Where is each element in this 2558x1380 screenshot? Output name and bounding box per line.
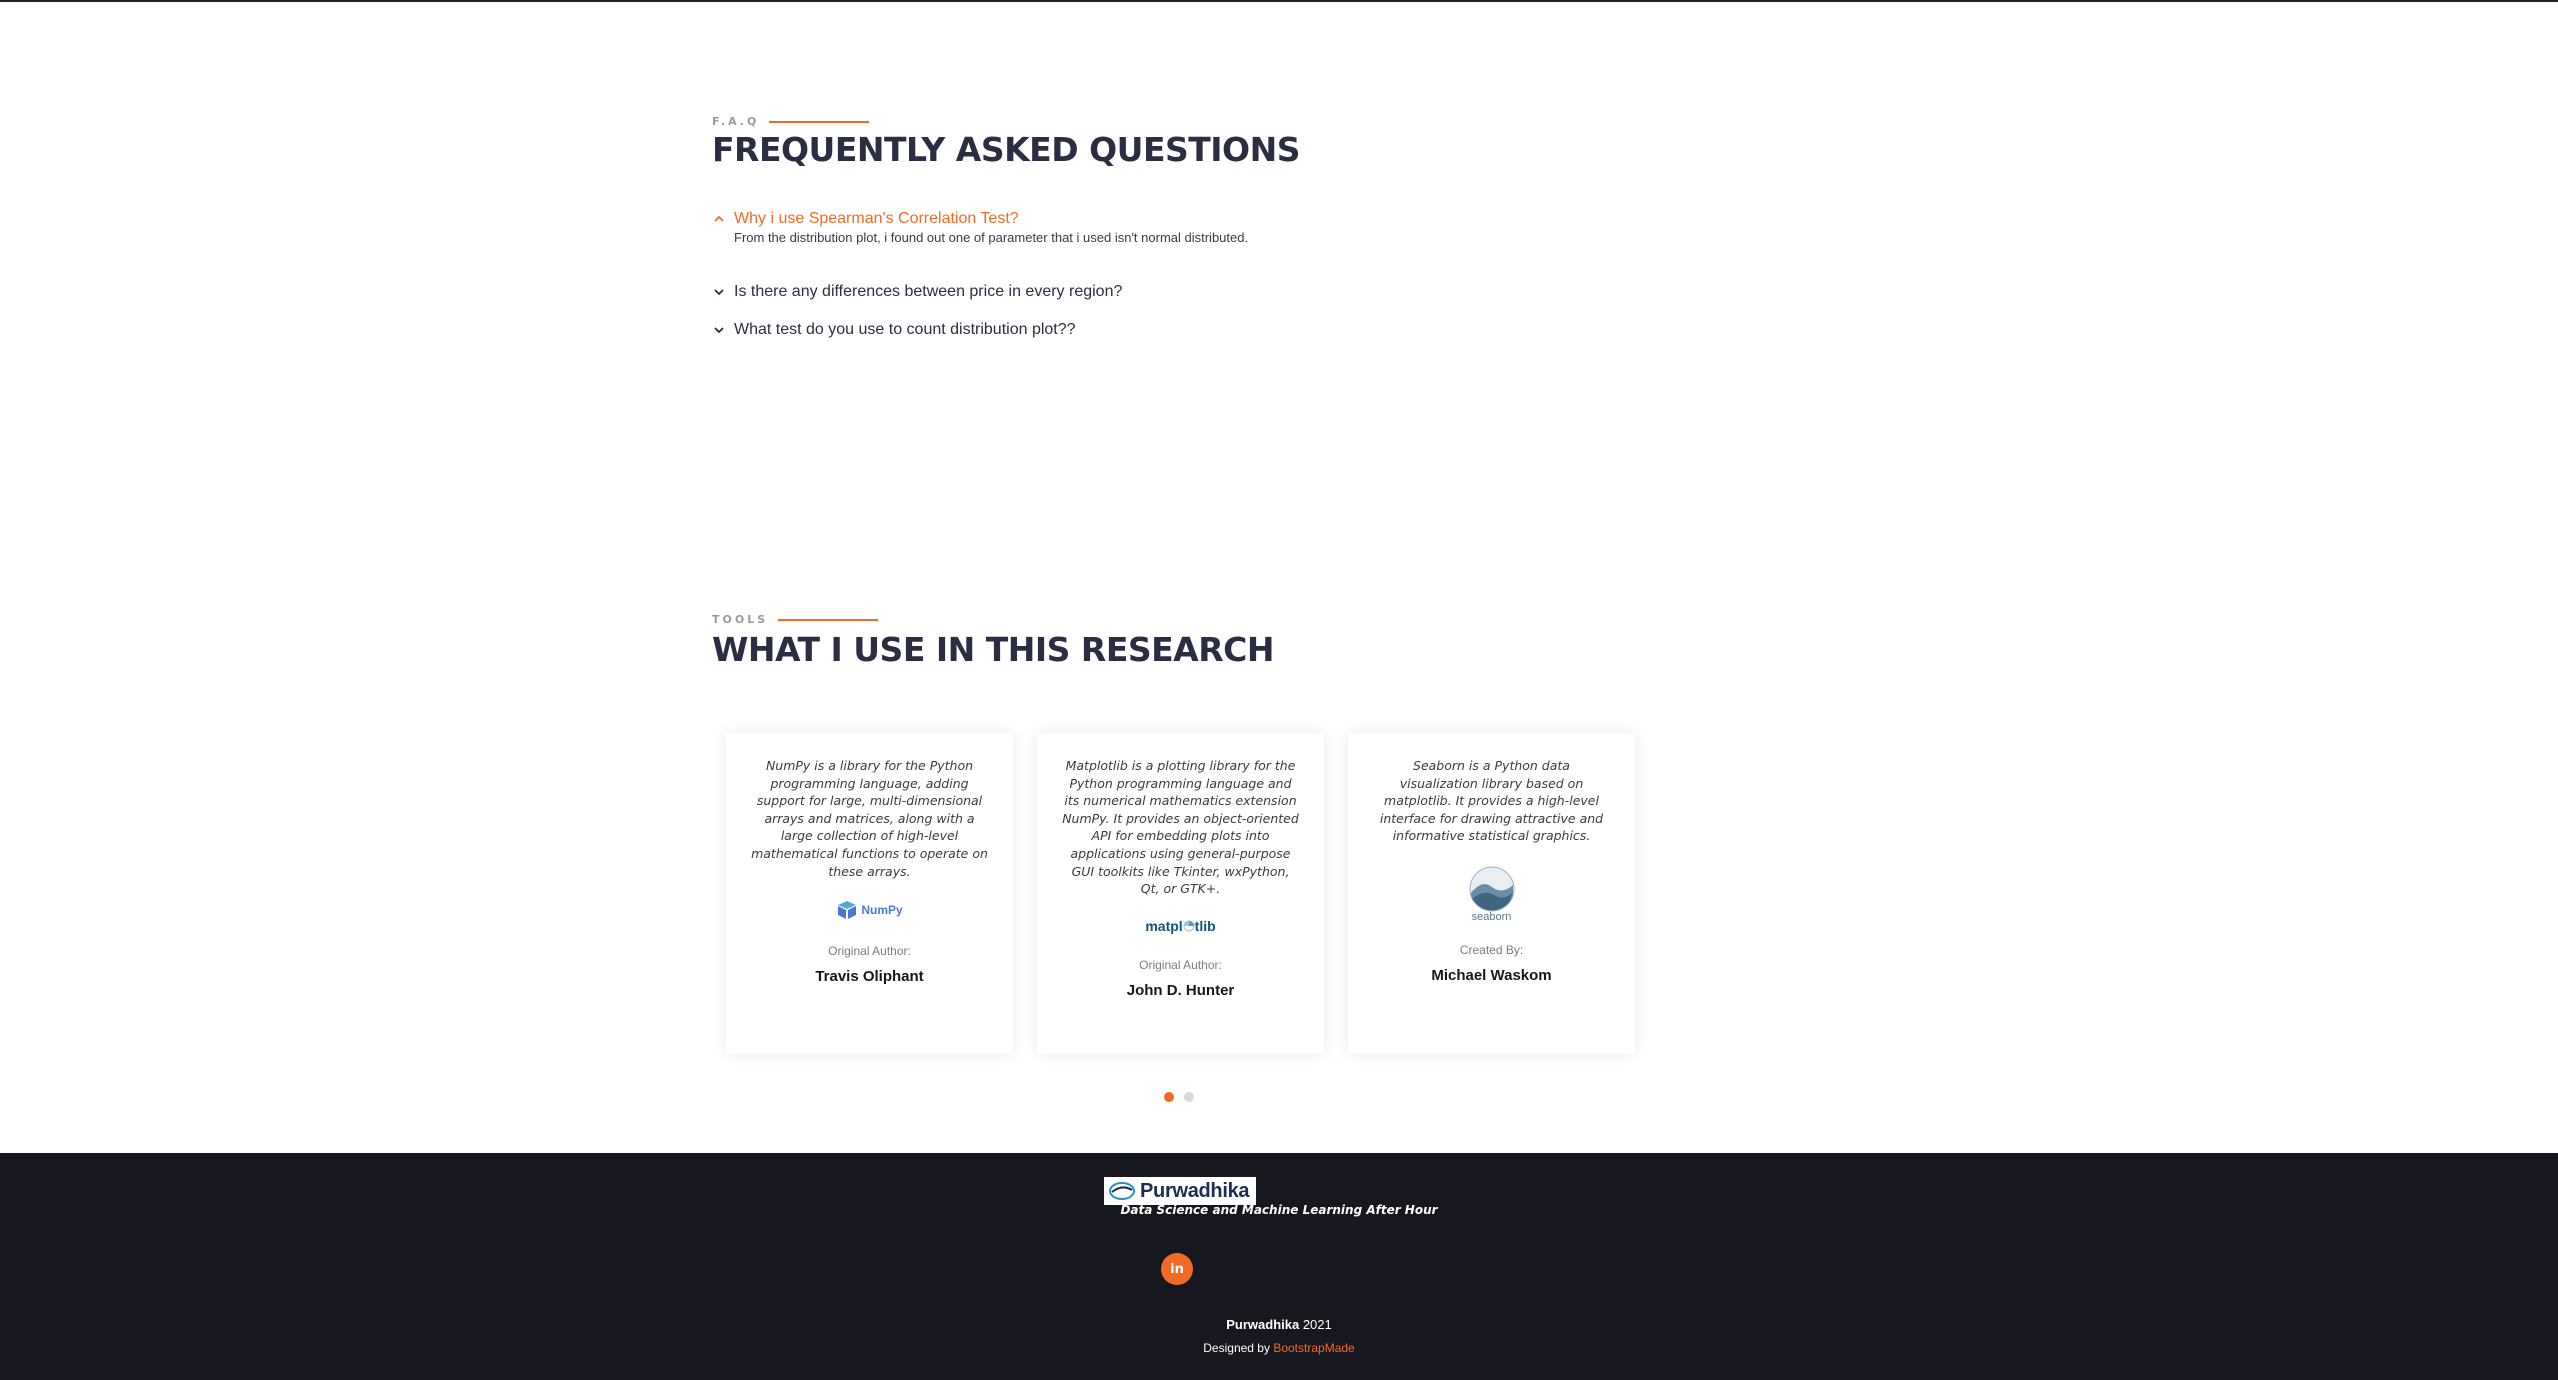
- faq-question[interactable]: Why i use Spearman's Correlation Test?: [734, 209, 1019, 229]
- tools-title: WHAT I USE IN THIS RESEARCH: [712, 630, 1274, 669]
- footer-credits: Designed by BootstrapMade: [1203, 1341, 1355, 1355]
- faq-item-3[interactable]: What test do you use to count distributi…: [712, 320, 1076, 340]
- carousel-pagination: [1164, 1092, 1194, 1102]
- top-border: [0, 0, 2558, 2]
- numpy-cube-icon: [838, 901, 857, 920]
- tool-card-matplotlib: Matplotlib is a plotting library for the…: [1037, 733, 1324, 1054]
- linkedin-icon[interactable]: in: [1161, 1253, 1193, 1285]
- footer: Purwadhika Data Science and Machine Lear…: [0, 1153, 2558, 1380]
- faq-answer: From the distribution plot, i found out …: [734, 230, 1249, 245]
- seaborn-logo: seaborn: [1348, 865, 1635, 923]
- footer-copyright: Purwadhika 2021: [1226, 1317, 1332, 1332]
- faq-title: FREQUENTLY ASKED QUESTIONS: [712, 130, 1300, 169]
- chevron-up-icon: [714, 215, 724, 222]
- card-role: Original Author:: [1139, 957, 1222, 972]
- tool-card-numpy: NumPy is a library for the Python progra…: [726, 733, 1013, 1054]
- faq-question[interactable]: What test do you use to count distributi…: [734, 320, 1076, 340]
- tools-subtitle: TOOLS: [712, 613, 879, 626]
- numpy-logo: NumPy: [726, 900, 1013, 920]
- footer-tagline: Data Science and Machine Learning After …: [1120, 1203, 1438, 1217]
- tool-card-seaborn: Seaborn is a Python data visualization l…: [1348, 733, 1635, 1054]
- purwadhika-logo-icon: [1109, 1182, 1135, 1200]
- faq-item-1[interactable]: Why i use Spearman's Correlation Test?: [712, 209, 1019, 229]
- subtitle-accent-line: [769, 120, 870, 123]
- matplotlib-logo: matpl tlib: [1145, 917, 1216, 934]
- card-author: Travis Oliphant: [815, 968, 924, 986]
- designer-link[interactable]: BootstrapMade: [1273, 1341, 1354, 1355]
- card-author: John D. Hunter: [1126, 981, 1235, 999]
- pagination-dot-2[interactable]: [1184, 1092, 1194, 1102]
- faq-item-2[interactable]: Is there any differences between price i…: [712, 282, 1122, 302]
- card-description: Matplotlib is a plotting library for the…: [1062, 758, 1299, 897]
- footer-logo[interactable]: Purwadhika: [1104, 1177, 1256, 1205]
- pagination-dot-1[interactable]: [1164, 1092, 1174, 1102]
- chevron-down-icon: [714, 327, 724, 334]
- card-role: Created By:: [1459, 942, 1524, 957]
- card-author: Michael Waskom: [1431, 966, 1552, 984]
- faq-question[interactable]: Is there any differences between price i…: [734, 282, 1122, 302]
- card-description: Seaborn is a Python data visualization l…: [1379, 758, 1604, 844]
- card-role: Original Author:: [828, 944, 911, 959]
- chevron-down-icon: [714, 289, 724, 296]
- seaborn-emblem-icon: [1469, 866, 1514, 912]
- card-description: NumPy is a library for the Python progra…: [751, 758, 988, 879]
- faq-subtitle: F.A.Q: [712, 115, 870, 128]
- matplotlib-wheel-icon: [1183, 920, 1195, 932]
- subtitle-accent-line: [778, 618, 879, 621]
